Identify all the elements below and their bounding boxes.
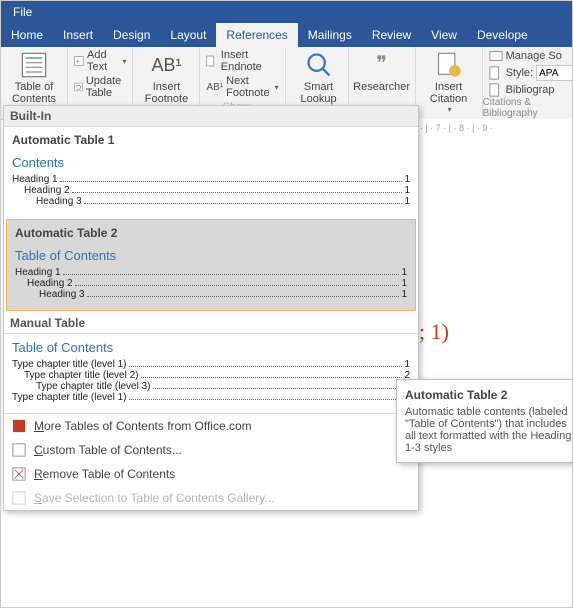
thumb-title: Automatic Table 1 [12,133,410,147]
footnote-label: Insert Footnote [145,81,188,105]
gallery-header-builtin: Built-In [4,106,418,127]
style-row[interactable]: Style: [489,65,573,81]
tab-layout[interactable]: Layout [160,23,216,47]
tab-home[interactable]: Home [1,23,53,47]
search-icon [305,51,333,79]
toc-label: Table of Contents [12,81,56,105]
tab-design[interactable]: Design [103,23,160,47]
biblio-icon [489,83,503,97]
gallery-header-manual: Manual Table [4,313,418,334]
tooltip: Automatic Table 2 Automatic table conten… [396,379,573,463]
next-footnote-icon: AB¹ [206,82,223,93]
manage-label: Manage So [506,50,562,62]
document-text: ; 1) [419,319,449,345]
insert-endnote-button[interactable]: Insert Endnote [206,49,278,73]
footnote-icon: AB¹ [152,51,180,79]
toc-pg: 1 [404,359,410,370]
style-icon [489,66,503,80]
toc-pg: 1 [401,267,407,278]
dropdown-icon: ▾ [448,105,452,114]
toc-h2: Heading 2 [27,278,73,289]
gallery-footer: MMore Tables of Contents from Office.com… [4,413,418,510]
file-menu[interactable]: File [1,1,44,23]
add-text-button[interactable]: + Add Text ▾ [74,49,126,73]
toc-pg: 1 [404,185,410,196]
toc-heading: Contents [12,155,410,170]
toc-pg: 1 [401,289,407,300]
citation-icon [435,51,463,79]
dropdown-icon: ▾ [275,83,279,92]
tab-mailings[interactable]: Mailings [298,23,362,47]
dropdown-icon: ▾ [122,57,126,66]
add-text-icon: + [74,54,84,68]
citation-label: Insert Citation [430,81,467,105]
custom-icon [12,443,26,457]
toc-h1: Heading 1 [15,267,61,278]
gallery-item-auto1[interactable]: Automatic Table 1 Contents Heading 1 1 He… [4,127,418,217]
bibliography-button[interactable]: Bibliograp [489,83,573,97]
save-icon [12,491,26,505]
endnote-label: Insert Endnote [221,49,279,73]
toc-h1: Heading 1 [12,174,58,185]
style-select[interactable] [536,65,573,81]
insert-citation-button[interactable]: Insert Citation ▾ [422,49,476,115]
smart-label: Smart Lookup [301,81,337,105]
endnote-icon [206,54,217,68]
svg-text:+: + [76,59,80,66]
toc-pg: 1 [404,196,410,207]
citations-group-label: Citations & Bibliography [483,97,573,119]
tab-view[interactable]: View [421,23,467,47]
title-bar: File [1,1,572,23]
ribbon-tabs: Home Insert Design Layout References Mai… [1,23,572,47]
update-table-button[interactable]: Update Table [74,75,126,99]
thumb-title: Automatic Table 2 [15,226,407,240]
office-icon [12,419,26,433]
toc-l1: Type chapter title (level 1) [12,359,127,370]
manage-icon [489,49,503,63]
toc-gallery: Built-In Automatic Table 1 Contents Head… [3,105,419,511]
gallery-item-manual[interactable]: Table of Contents Type chapter title (le… [4,334,418,413]
toc-heading: Table of Contents [12,340,410,355]
remove-icon [12,467,26,481]
tooltip-title: Automatic Table 2 [405,388,573,402]
tab-references[interactable]: References [216,23,297,47]
next-footnote-button[interactable]: AB¹ Next Footnote ▾ [206,75,278,99]
toc-pg: 1 [404,174,410,185]
toc-l1: Type chapter title (level 1) [12,392,127,403]
biblio-label: Bibliograp [506,84,555,96]
toc-l3: Type chapter title (level 3) [36,381,151,392]
more-from-office-button[interactable]: MMore Tables of Contents from Office.com… [4,414,418,438]
toc-l2: Type chapter title (level 2) [24,370,139,381]
researcher-label: Researcher [353,81,410,93]
gallery-item-auto2[interactable]: Automatic Table 2 Table of Contents Head… [6,219,416,311]
add-text-label: Add Text [87,49,117,73]
remove-toc-button[interactable]: Remove Table of Contents [4,462,418,486]
save-selection-button: Save Selection to Table of Contents Gall… [4,486,418,510]
quote-icon: ❞ [368,51,396,79]
tooltip-body: Automatic table contents (labeled "Table… [405,406,573,454]
manage-sources-button[interactable]: Manage So [489,49,573,63]
tab-insert[interactable]: Insert [53,23,103,47]
toc-h3: Heading 3 [36,196,82,207]
toc-icon [20,51,48,79]
next-footnote-label: Next Footnote [226,75,269,99]
toc-h3: Heading 3 [39,289,85,300]
update-icon [74,80,83,94]
word-window: File Home Insert Design Layout Reference… [0,0,573,608]
toc-h2: Heading 2 [24,185,70,196]
tab-developer[interactable]: Develope [467,23,538,47]
toc-pg: 1 [401,278,407,289]
style-label: Style: [506,67,534,79]
custom-toc-button[interactable]: Custom Table of Contents... [4,438,418,462]
tab-review[interactable]: Review [362,23,421,47]
update-label: Update Table [86,75,127,99]
toc-heading: Table of Contents [15,248,407,263]
